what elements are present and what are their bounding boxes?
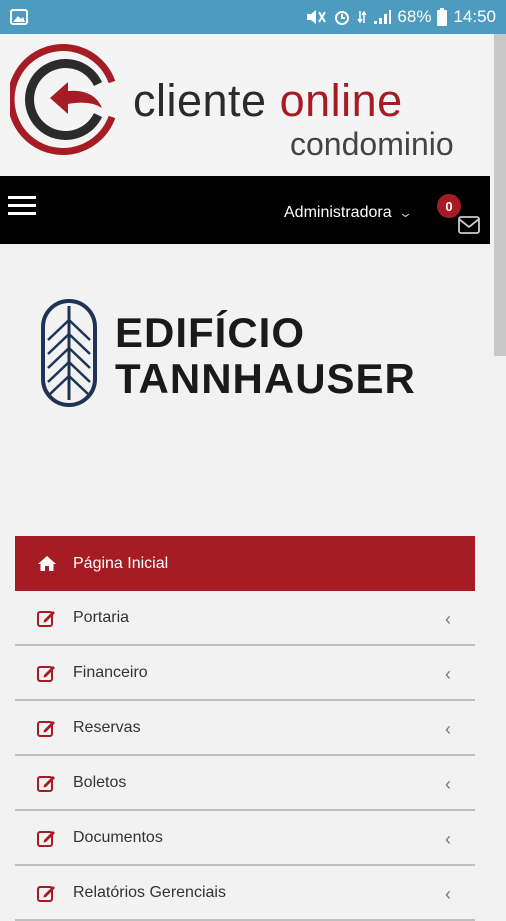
- app-container: cliente online condominio Administradora…: [0, 34, 490, 921]
- building-title-line1: EDIFÍCIO: [115, 309, 306, 356]
- menu-item-portaria[interactable]: Portaria ‹: [15, 591, 475, 646]
- menu-item-label: Financeiro: [73, 663, 148, 681]
- clock: 14:50: [453, 7, 496, 26]
- menu-item-label: Página Inicial: [73, 554, 169, 572]
- notification-badge: 0: [437, 194, 461, 218]
- edit-icon: [37, 609, 59, 627]
- navigation-bar: Administradora ⌄ 0: [0, 176, 490, 244]
- edit-icon: [37, 664, 59, 682]
- building-title: EDIFÍCIO TANNHAUSER: [115, 310, 416, 402]
- scrollbar[interactable]: [490, 34, 506, 900]
- chevron-left-icon: ‹: [445, 774, 451, 794]
- user-dropdown[interactable]: Administradora ⌄: [284, 204, 413, 222]
- brand-subtitle: condominio: [290, 126, 454, 162]
- cliente-online-logo-icon: [10, 44, 116, 155]
- edit-icon: [37, 719, 59, 737]
- side-menu: Página Inicial Portaria ‹ Financeiro ‹ R…: [15, 536, 475, 921]
- gallery-notification-icon: [10, 9, 28, 25]
- signal-icon: [373, 9, 392, 25]
- battery-percent: 68%: [397, 7, 432, 26]
- envelope-icon[interactable]: [458, 216, 480, 234]
- battery-icon: [437, 8, 448, 26]
- menu-item-label: Portaria: [73, 608, 130, 626]
- mute-icon: [305, 9, 327, 25]
- home-icon: [37, 555, 59, 572]
- menu-item-boletos[interactable]: Boletos ‹: [15, 756, 475, 811]
- menu-item-reservas[interactable]: Reservas ‹: [15, 701, 475, 756]
- menu-item-financeiro[interactable]: Financeiro ‹: [15, 646, 475, 701]
- edit-icon: [37, 829, 59, 847]
- chevron-left-icon: ‹: [445, 884, 451, 904]
- chevron-left-icon: ‹: [445, 664, 451, 684]
- brand-online: online: [279, 75, 403, 126]
- data-transfer-icon: [357, 9, 368, 25]
- brand-header: cliente online condominio: [0, 34, 490, 176]
- brand-cliente: cliente: [133, 75, 280, 126]
- edit-icon: [37, 774, 59, 792]
- scrollbar-thumb[interactable]: [494, 34, 506, 356]
- menu-item-label: Boletos: [73, 773, 127, 791]
- menu-item-label: Reservas: [73, 718, 141, 736]
- user-label: Administradora: [284, 204, 392, 221]
- chevron-left-icon: ‹: [445, 829, 451, 849]
- building-logo-icon: [41, 299, 97, 407]
- menu-item-label: Relatórios Gerenciais: [73, 883, 226, 901]
- menu-item-documentos[interactable]: Documentos ‹: [15, 811, 475, 866]
- menu-item-pagina-inicial[interactable]: Página Inicial: [15, 536, 475, 591]
- building-title-line2: TANNHAUSER: [115, 355, 416, 402]
- chevron-left-icon: ‹: [445, 609, 451, 629]
- menu-item-relatorios-gerenciais[interactable]: Relatórios Gerenciais ‹: [15, 866, 475, 921]
- chevron-left-icon: ‹: [445, 719, 451, 739]
- alarm-icon: [333, 8, 351, 26]
- menu-item-label: Documentos: [73, 828, 163, 846]
- status-bar: 68% 14:50: [0, 0, 506, 34]
- brand-name: cliente online: [133, 76, 403, 126]
- main-content: EDIFÍCIO TANNHAUSER Página Inicial Porta…: [0, 244, 490, 921]
- hamburger-menu-icon[interactable]: [8, 196, 36, 220]
- chevron-down-icon: ⌄: [397, 205, 413, 220]
- edit-icon: [37, 884, 59, 902]
